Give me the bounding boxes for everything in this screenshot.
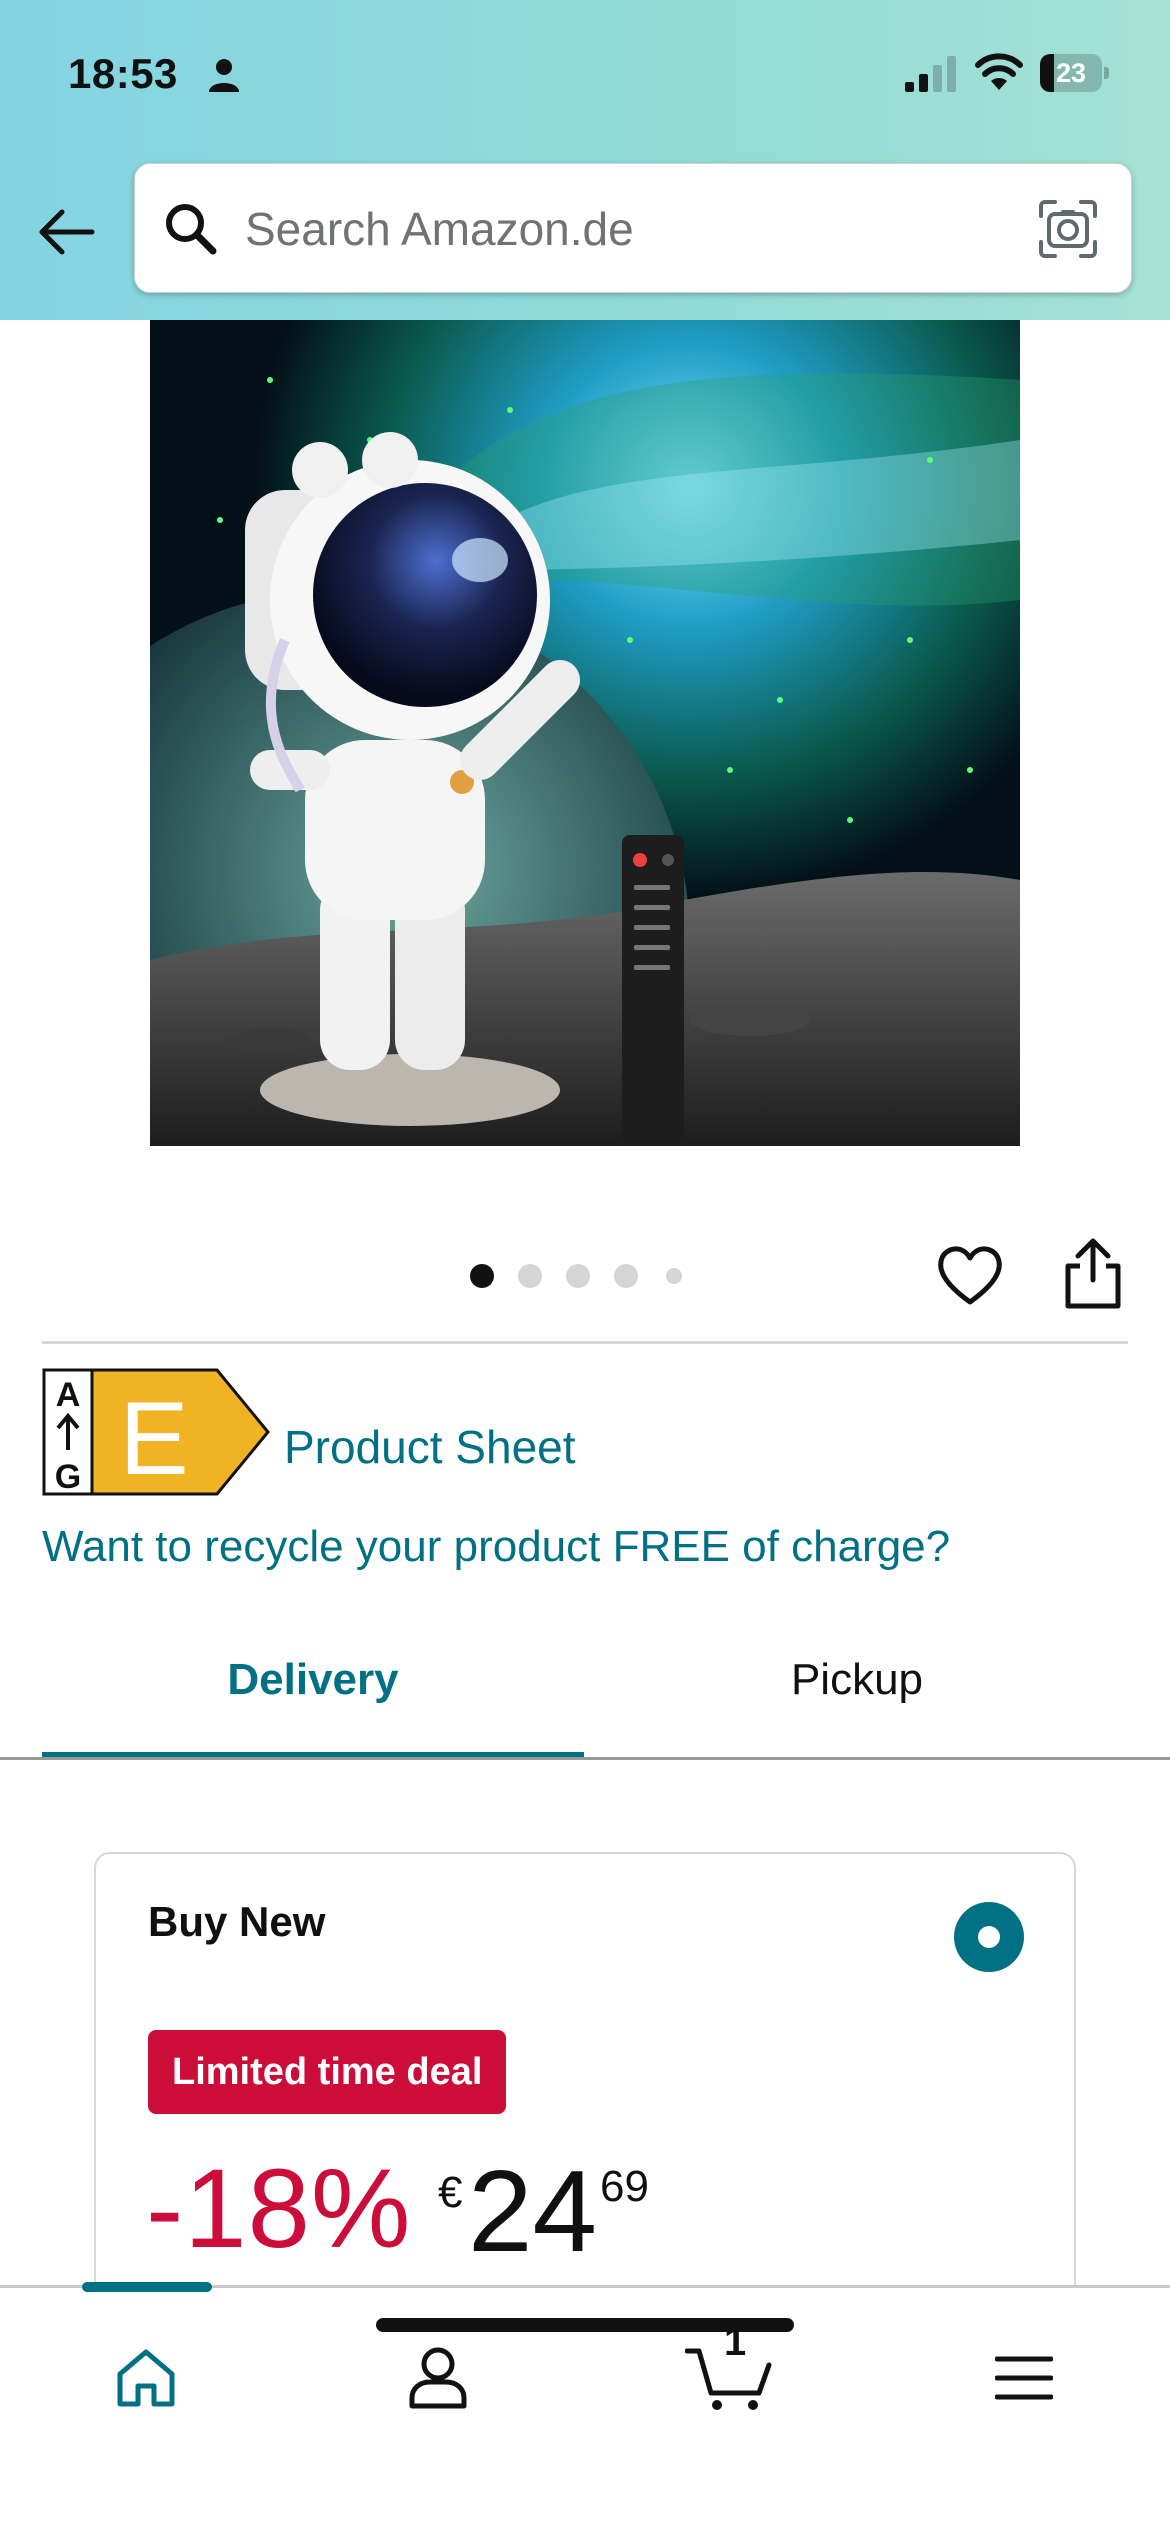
home-icon (117, 2349, 175, 2407)
svg-text:A: A (56, 1376, 81, 1414)
back-arrow-icon (39, 209, 95, 255)
product-photo (150, 320, 1020, 1146)
carousel-dot[interactable] (566, 1264, 590, 1288)
heart-icon[interactable] (934, 1240, 1006, 1312)
nav-account[interactable] (388, 2328, 488, 2428)
person-icon (209, 59, 239, 92)
menu-icon (995, 2356, 1053, 2400)
carousel-dot[interactable] (666, 1268, 682, 1284)
product-sheet-link[interactable]: Product Sheet (284, 1420, 576, 1474)
app-header: 18:53 23 (0, 0, 1170, 320)
share-icon[interactable] (1060, 1236, 1126, 1312)
buy-new-radio[interactable] (954, 1902, 1024, 1972)
product-image[interactable] (150, 320, 1020, 1146)
price-whole: 24 (468, 2146, 598, 2276)
camera-icon[interactable] (1035, 196, 1101, 262)
battery-icon: 23 (1040, 54, 1110, 92)
search-bar[interactable] (134, 163, 1132, 293)
price-fraction: 69 (600, 2162, 649, 2211)
tab-pickup[interactable]: Pickup (584, 1655, 1130, 1755)
carousel-dot[interactable] (614, 1264, 638, 1288)
svg-text:G: G (55, 1458, 81, 1496)
deal-badge: Limited time deal (148, 2030, 507, 2114)
status-time: 18:53 (68, 50, 178, 97)
active-nav-indicator (82, 2282, 212, 2292)
tab-baseline (0, 1757, 1170, 1760)
back-button[interactable] (30, 196, 102, 268)
search-input[interactable] (245, 194, 1005, 264)
home-indicator (376, 2318, 794, 2332)
signal-icon (905, 56, 956, 92)
svg-text:E: E (119, 1381, 188, 1496)
wifi-icon (975, 53, 1023, 90)
search-icon (166, 204, 217, 255)
energy-class-label[interactable]: A G E (42, 1368, 272, 1496)
nav-cart[interactable]: 1 (680, 2320, 780, 2428)
buy-new-title: Buy New (148, 1898, 326, 1945)
account-icon (409, 2347, 467, 2409)
nav-home[interactable] (96, 2328, 196, 2428)
carousel-dot[interactable] (518, 1264, 542, 1288)
price-currency: € (438, 2168, 463, 2217)
carousel-dots[interactable] (470, 1262, 700, 1290)
recycle-link[interactable]: Want to recycle your product FREE of cha… (42, 1522, 950, 1572)
tab-delivery-label: Delivery (227, 1655, 399, 1704)
carousel-dot[interactable] (470, 1264, 494, 1288)
nav-menu[interactable] (974, 2328, 1074, 2428)
discount-percent: -18% (146, 2146, 412, 2271)
tab-delivery[interactable]: Delivery (42, 1655, 584, 1755)
battery-level: 23 (1055, 58, 1087, 88)
section-divider (42, 1341, 1128, 1344)
tab-pickup-label: Pickup (790, 1655, 924, 1704)
